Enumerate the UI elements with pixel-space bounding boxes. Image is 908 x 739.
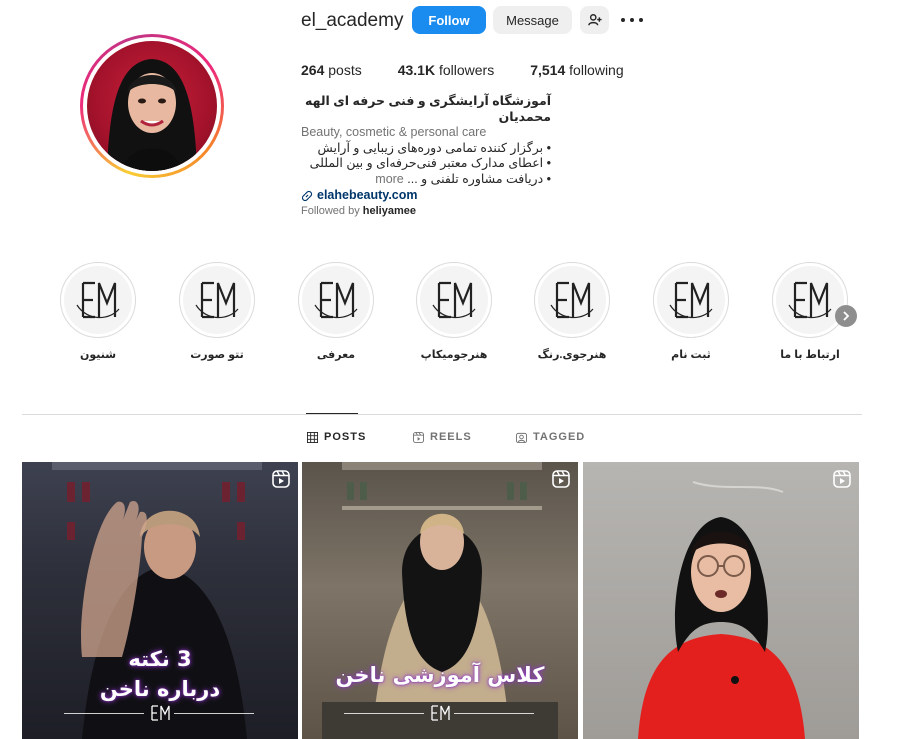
reel-icon [272, 470, 290, 488]
tab-tagged[interactable]: TAGGED [516, 431, 585, 443]
post-thumbnail[interactable]: کلاس آموزشی ناخن [302, 462, 578, 739]
highlight-label: معرفی [316, 349, 356, 361]
highlight-label: هنرجوی.رنگ [537, 349, 607, 361]
followers-stat[interactable]: 43.1K followers [398, 62, 495, 78]
post-image [638, 481, 805, 739]
tabs-divider [22, 414, 862, 415]
reel-icon [833, 470, 851, 488]
reel-icon [552, 470, 570, 488]
brand-logo-icon [550, 281, 594, 319]
bio-category: Beauty, cosmetic & personal care [301, 125, 487, 139]
post-thumbnail[interactable] [583, 462, 859, 739]
brand-logo-icon [314, 281, 358, 319]
highlight-cover [653, 262, 729, 338]
post-divider [174, 713, 254, 714]
highlight-cover [772, 262, 848, 338]
suggested-users-button[interactable] [580, 6, 609, 34]
message-button[interactable]: Message [493, 6, 572, 34]
profile-stats: 264 posts 43.1K followers 7,514 followin… [301, 62, 660, 78]
chevron-right-icon [843, 311, 850, 321]
bio-line: • برگزار کننده تمامی دوره‌های زیبایی و آ… [317, 140, 551, 155]
bio-website-link[interactable]: elahebeauty.com [301, 188, 551, 204]
highlight-cover [60, 262, 136, 338]
avatar-portrait-icon [107, 59, 197, 171]
brand-logo-icon [669, 281, 713, 319]
story-highlight[interactable]: هنرجوی.رنگ [533, 262, 611, 361]
post-title: 3 نکته [128, 647, 192, 671]
story-highlight[interactable]: ثبت نام [652, 262, 730, 361]
bio-name: آموزشگاه آرایشگری و فنی حرفه ای الهه محم… [304, 94, 551, 124]
highlight-cover [179, 262, 255, 338]
bio-more-link[interactable]: more [375, 172, 403, 186]
highlight-label: تتو صورت [190, 349, 244, 361]
story-highlight[interactable]: تتو صورت [178, 262, 256, 361]
following-stat[interactable]: 7,514 following [530, 62, 623, 78]
follow-button[interactable]: Follow [412, 6, 486, 34]
brand-logo-icon [432, 281, 476, 319]
bio-line-truncated: • دریافت مشاوره تلفنی و ... more [375, 171, 551, 186]
followed-by[interactable]: Followed by heliyamee [301, 205, 416, 217]
story-highlight[interactable]: معرفی [297, 262, 375, 361]
brand-logo-icon [788, 281, 832, 319]
brand-logo-icon [431, 705, 450, 721]
highlights-next-button[interactable] [835, 305, 857, 327]
tab-reels[interactable]: REELS [413, 431, 472, 443]
post-divider [64, 713, 144, 714]
highlight-cover [416, 262, 492, 338]
post-divider [454, 713, 534, 714]
bio-line: • اعطای مدارک معتبر فنی‌حرفه‌ای و بین ال… [309, 156, 551, 170]
highlight-label: شنیون [79, 349, 117, 361]
highlight-cover [298, 262, 374, 338]
story-highlight[interactable]: هنرجومیکاپ [415, 262, 493, 361]
grid-icon [307, 431, 318, 443]
story-highlight[interactable]: شنیون [59, 262, 137, 361]
brand-logo-icon [151, 705, 170, 721]
post-title: کلاس آموزشی ناخن [335, 663, 545, 687]
tagged-icon [516, 432, 527, 443]
link-icon [301, 190, 313, 201]
post-image [322, 462, 558, 739]
post-divider [344, 713, 424, 714]
highlight-label: هنرجومیکاپ [420, 349, 488, 361]
profile-username: el_academy [301, 10, 404, 31]
add-user-icon [587, 14, 602, 26]
highlight-cover [534, 262, 610, 338]
post-thumbnail[interactable]: 3 نکته درباره ناخن [22, 462, 298, 739]
brand-logo-icon [195, 281, 239, 319]
posts-stat[interactable]: 264 posts [301, 62, 362, 78]
more-options-icon[interactable] [621, 10, 643, 30]
highlight-label: ارتباط با ما [780, 349, 840, 361]
brand-logo-icon [76, 281, 120, 319]
profile-avatar[interactable] [80, 34, 224, 178]
post-title: درباره ناخن [99, 677, 221, 701]
tab-posts[interactable]: POSTS [307, 431, 366, 443]
highlight-label: ثبت نام [671, 349, 711, 361]
active-tab-indicator [306, 413, 358, 414]
avatar-photo [87, 41, 217, 171]
reels-icon [413, 431, 424, 443]
profile-bio: آموزشگاه آرایشگری و فنی حرفه ای الهه محم… [301, 94, 551, 204]
